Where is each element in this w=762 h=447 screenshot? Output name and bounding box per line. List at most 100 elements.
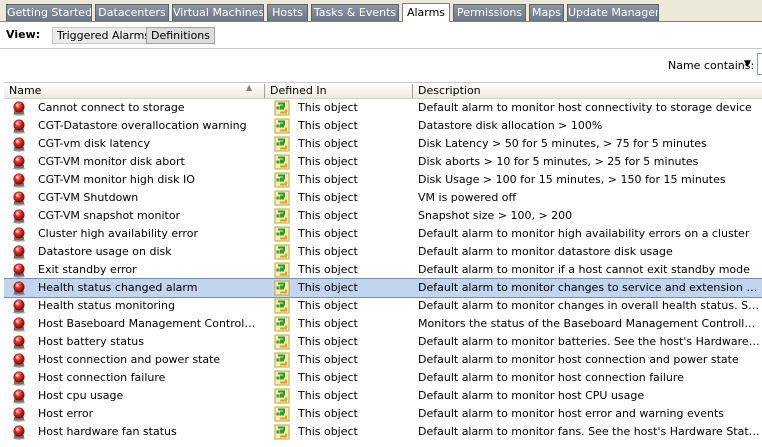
filter-input[interactable] [757,53,762,75]
alarm-definition-icon [11,154,27,170]
alarm-defined-in: This object [298,227,358,240]
alarm-description: Datastore disk allocation > 100% [418,119,603,132]
alarm-definition-icon [11,190,27,206]
tab-hosts[interactable]: Hosts [267,4,308,21]
table-row[interactable]: CGT-Datastore overallocation warning This… [4,117,762,135]
alarm-definition-icon [11,208,27,224]
object-icon [274,208,290,224]
alarm-name: Health status monitoring [38,299,175,312]
table-row[interactable]: CGT-vm disk latency This object Disk Laten… [4,135,762,153]
alarm-description: Monitors the status of the Baseboard Man… [418,317,762,330]
object-icon [274,280,290,296]
tab-update-manager[interactable]: Update Manager [567,4,659,21]
tab-virtual-machines[interactable]: Virtual Machines [172,4,264,21]
alarm-defined-in: This object [298,119,358,132]
alarm-name: CGT-VM monitor disk abort [38,155,185,168]
alarm-defined-in: This object [298,353,358,366]
table-row[interactable]: Cannot connect to storage This object Defa… [4,99,762,117]
column-header-defined-in[interactable]: Defined In [265,83,413,99]
view-toolbar: View: Triggered Alarms Definitions [0,22,762,48]
definitions-button[interactable]: Definitions [146,27,215,44]
name-contains-label[interactable]: Name contains: [668,59,754,72]
object-icon [274,298,290,314]
alarm-name: Datastore usage on disk [38,245,172,258]
table-row[interactable]: Host Baseboard Management Controller st.… [4,315,762,333]
alarm-definition-icon [11,370,27,386]
tab-maps[interactable]: Maps [529,4,564,21]
alarm-definition-icon [11,262,27,278]
alarm-description: Default alarm to monitor changes to serv… [418,281,762,294]
view-label: View: [6,28,41,41]
table-row[interactable]: Host battery status This object Default al… [4,333,762,351]
alarm-name: CGT-VM Shutdown [38,191,139,204]
object-icon [274,226,290,242]
alarm-defined-in: This object [298,101,358,114]
alarm-defined-in: This object [298,209,358,222]
alarm-name: Cluster high availability error [38,227,198,240]
alarm-description: Snapshot size > 100, > 200 [418,209,573,222]
table-row[interactable]: Host error This object Default alarm to mo… [4,405,762,423]
table-row[interactable]: Host hardware fan status This object Defau… [4,423,762,441]
table-row[interactable]: CGT-VM Shutdown This object VM is powered … [4,189,762,207]
alarm-definition-icon [11,316,27,332]
tab-permissions[interactable]: Permissions [453,4,526,21]
object-icon [274,370,290,386]
alarm-defined-in: This object [298,407,358,420]
tab-getting-started[interactable]: Getting Started [6,4,92,21]
column-header-name[interactable]: Name [4,83,264,99]
alarm-definition-icon [11,406,27,422]
alarm-definitions-table: Name ▲ Defined In Description Cannot con… [4,82,762,447]
object-icon [274,244,290,260]
alarm-defined-in: This object [298,173,358,186]
alarm-description: Disk Latency > 50 for 5 minutes, > 75 fo… [418,137,707,150]
table-row[interactable]: Health status changed alarm This object De… [4,278,762,298]
object-icon [274,352,290,368]
alarm-definition-icon [11,118,27,134]
triggered-alarms-button[interactable]: Triggered Alarms [52,27,156,44]
tab-tasks-events[interactable]: Tasks & Events [311,4,399,21]
table-row[interactable]: Health status monitoring This object Defau… [4,297,762,315]
alarm-defined-in: This object [298,335,358,348]
alarm-defined-in: This object [298,155,358,168]
table-row[interactable]: Host connection failure This object Defaul… [4,369,762,387]
alarm-name: Cannot connect to storage [38,101,185,114]
tab-datacenters[interactable]: Datacenters [95,4,169,21]
table-row[interactable]: Host cpu usage This object Default alarm t… [4,387,762,405]
alarm-definition-icon [11,100,27,116]
alarm-description: Disk aborts > 10 for 5 minutes, > 25 for… [418,155,699,168]
object-icon [274,262,290,278]
chevron-down-icon[interactable]: ▼ [744,59,751,69]
table-row[interactable]: Datastore usage on disk This object Defaul… [4,243,762,261]
tab-bar: Getting Started Datacenters Virtual Mach… [0,0,762,22]
alarm-description: Default alarm to monitor host connection… [418,353,739,366]
object-icon [274,190,290,206]
alarm-name: CGT-VM snapshot monitor [38,209,181,222]
alarm-definition-icon [11,244,27,260]
table-row[interactable]: Exit standby error This object Default ala… [4,261,762,279]
table-row[interactable]: CGT-VM monitor disk abort This object Disk… [4,153,762,171]
sort-ascending-icon: ▲ [246,83,253,92]
column-header-defined-in-label: Defined In [270,84,327,97]
alarm-name: Host battery status [38,335,144,348]
object-icon [274,316,290,332]
alarm-description: Default alarm to monitor host connectivi… [418,101,752,114]
column-header-description[interactable]: Description [413,83,762,99]
alarm-description: Default alarm to monitor batteries. See … [418,335,762,348]
alarm-defined-in: This object [298,371,358,384]
object-icon [274,100,290,116]
tab-alarms[interactable]: Alarms [402,3,450,22]
alarm-description: Default alarm to monitor host CPU usage [418,389,645,402]
table-row[interactable]: Host connection and power state This obje… [4,351,762,369]
alarm-definition-icon [11,172,27,188]
table-row[interactable]: CGT-VM monitor high disk IO This object Di… [4,171,762,189]
column-header-name-label: Name [9,84,42,97]
alarm-defined-in: This object [298,263,358,276]
alarm-description: Default alarm to monitor host error and … [418,407,725,420]
table-row[interactable]: CGT-VM snapshot monitor This object Snapsh… [4,207,762,225]
alarm-description: Default alarm to monitor datastore disk … [418,245,673,258]
alarm-definition-icon [11,352,27,368]
alarm-defined-in: This object [298,281,358,294]
alarm-definition-icon [11,424,27,440]
object-icon [274,388,290,404]
table-row[interactable]: Cluster high availability error This obje… [4,225,762,243]
